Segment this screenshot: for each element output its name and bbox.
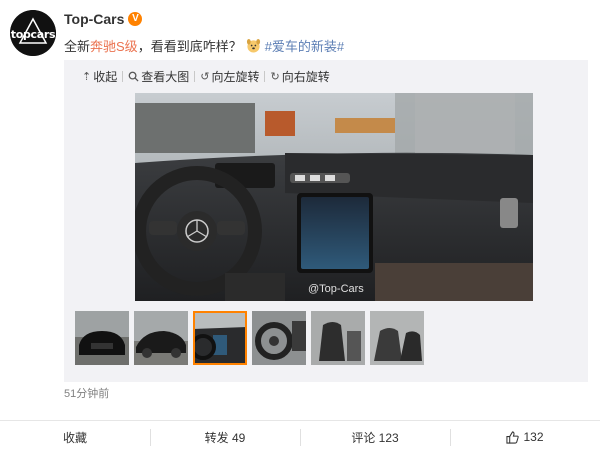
like-count: 132 xyxy=(523,430,544,444)
post-text: 全新 奔驰S级 ，看看到底咋样？ #爱车的新装# xyxy=(64,36,344,55)
collapse-button[interactable]: ⇡ 收起 xyxy=(82,68,117,85)
post-text-middle: ，看看到底咋样？ xyxy=(137,39,242,54)
toolbar-divider xyxy=(264,71,266,82)
rotate-left-label: 向左旋转 xyxy=(211,70,260,84)
rotate-left-icon: ↺ xyxy=(200,71,210,83)
post-action-bar: 收藏 转发 49 评论 123 132 xyxy=(0,420,600,453)
collapse-label: 收起 xyxy=(93,70,118,84)
username[interactable]: Top-Cars xyxy=(64,11,124,27)
weibo-post-card: topcars Top-Cars V 全新 奔驰S级 ，看看到底咋样？ #爱车的… xyxy=(0,0,600,453)
thumbnail-side-exterior-image xyxy=(134,311,188,365)
thumbnail-seats-interior-image xyxy=(311,311,365,365)
thumbnail-side-exterior[interactable] xyxy=(134,311,188,365)
thumbnail-front-exterior-image xyxy=(75,311,129,365)
thumbnail-dashboard-interior[interactable] xyxy=(193,311,247,365)
view-large-button[interactable]: 查看大图 xyxy=(128,68,189,85)
comment-label: 评论 123 xyxy=(351,430,399,445)
comment-button[interactable]: 评论 123 xyxy=(300,421,450,453)
post-topic-tag[interactable]: #爱车的新装# xyxy=(265,36,344,55)
thumbnail-strip xyxy=(75,311,424,365)
favorite-label: 收藏 xyxy=(62,430,87,445)
thumbs-up-icon xyxy=(506,430,520,444)
repost-button[interactable]: 转发 49 xyxy=(150,421,300,453)
thumbnail-front-exterior[interactable] xyxy=(75,311,129,365)
verified-badge-icon: V xyxy=(128,12,143,26)
avatar-logo-text: topcars xyxy=(10,27,56,41)
avatar[interactable]: topcars xyxy=(10,10,56,56)
collapse-arrow-icon: ⇡ xyxy=(82,71,92,83)
photo-watermark: @Top-Cars xyxy=(308,283,364,295)
car-interior-photo xyxy=(135,93,533,301)
post-timestamp[interactable]: 51分钟前 xyxy=(64,385,109,401)
rotate-right-label: 向右旋转 xyxy=(281,70,330,84)
media-viewer: ⇡ 收起 查看大图 ↺ 向左旋转 ↻ 向右旋转 @Top-Cars xyxy=(64,60,588,382)
like-button[interactable]: 132 xyxy=(450,421,600,453)
magnifier-icon xyxy=(128,71,139,82)
view-large-label: 查看大图 xyxy=(141,70,190,84)
thumbnail-rear-seats-image xyxy=(370,311,424,365)
thumbnail-rear-seats[interactable] xyxy=(370,311,424,365)
media-toolbar: ⇡ 收起 查看大图 ↺ 向左旋转 ↻ 向右旋转 xyxy=(82,68,330,85)
thumbnail-seats-interior[interactable] xyxy=(311,311,365,365)
post-author[interactable]: Top-Cars V xyxy=(64,11,143,27)
thumbnail-dashboard-interior-image xyxy=(193,311,247,365)
post-text-prefix: 全新 xyxy=(64,39,91,54)
post-link[interactable]: 奔驰S级 xyxy=(90,36,138,55)
rotate-right-icon: ↻ xyxy=(270,71,280,83)
toolbar-divider xyxy=(194,71,196,82)
rotate-right-button[interactable]: ↻ 向右旋转 xyxy=(270,68,329,85)
main-photo[interactable]: @Top-Cars xyxy=(135,93,533,301)
rotate-left-button[interactable]: ↺ 向左旋转 xyxy=(200,68,259,85)
dog-face-emoji-icon xyxy=(246,38,260,53)
repost-label: 转发 49 xyxy=(204,430,246,445)
favorite-button[interactable]: 收藏 xyxy=(0,421,150,453)
toolbar-divider xyxy=(122,71,124,82)
thumbnail-steering-wheel[interactable] xyxy=(252,311,306,365)
thumbnail-steering-wheel-image xyxy=(252,311,306,365)
